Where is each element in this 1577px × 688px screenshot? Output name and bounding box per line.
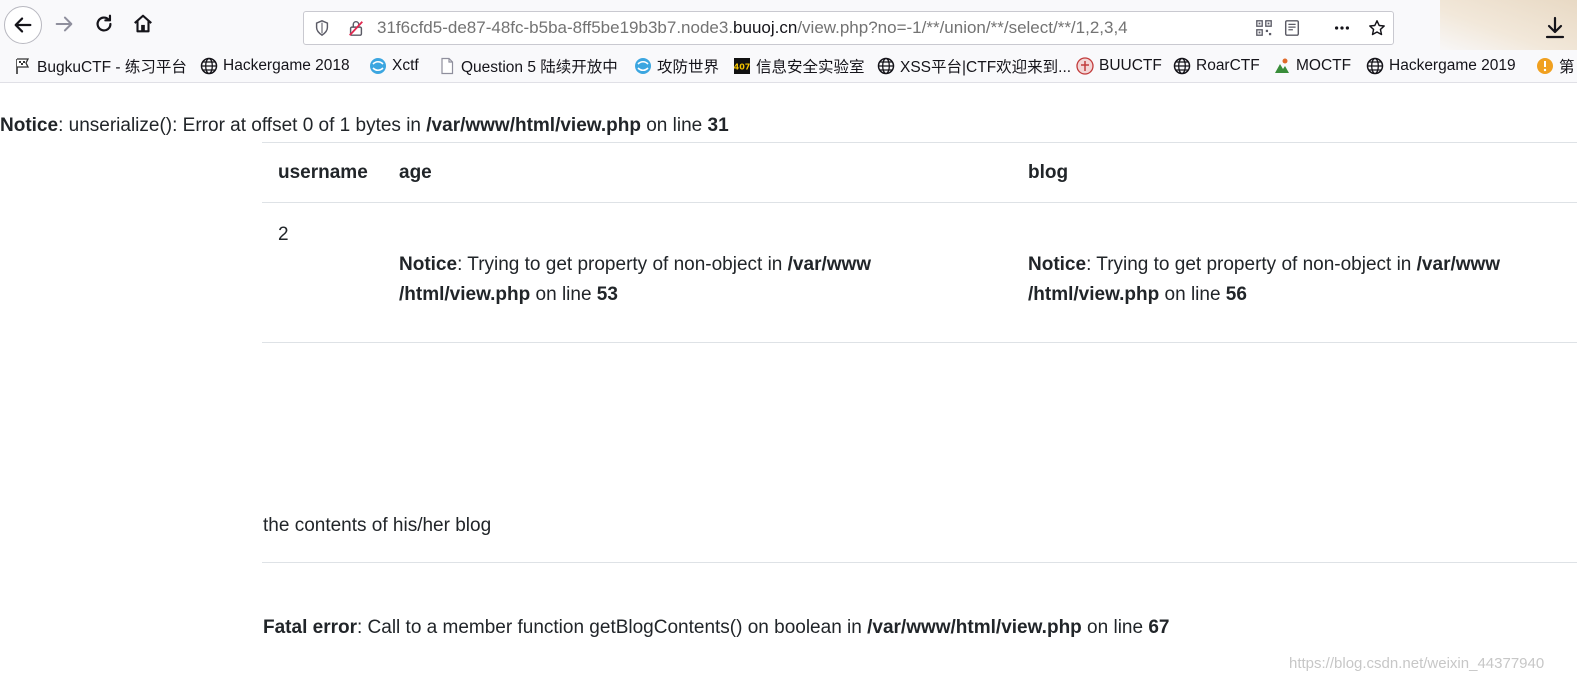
fatal-label: Fatal error [263,617,357,638]
arrow-left-icon [14,17,32,33]
bookmark-label: BUUCTF [1099,57,1162,74]
notice-path: /html/view.php [399,284,531,305]
fatal-line-number: 67 [1148,617,1170,638]
blog-contents-text: the contents of his/her blog [263,515,492,536]
home-button[interactable] [125,6,161,42]
buuctf-icon [1076,57,1094,75]
bookmark-label: RoarCTF [1196,57,1260,74]
notice-path: /var/www [787,254,872,275]
notice-text: : unserialize(): Error at offset 0 of 1 … [58,115,427,136]
notice-line-number: 53 [596,284,618,305]
flag-icon [16,58,30,74]
bookmark-item[interactable]: Question 5 陆续开放中 [438,56,618,76]
column-header-blog: blog [1028,162,1069,183]
moctf-icon [1275,58,1289,73]
bookmark-label: 信息安全实验室 [756,59,865,76]
bookmark-label: Hackergame 2019 [1389,57,1516,74]
table-header-border [262,202,1577,203]
browser-toolbar: 31f6cfd5-de87-48fc-b5ba-8ff5be19b3b7.nod… [0,0,1577,82]
bookmark-item[interactable]: 407 信息安全实验室 [733,56,865,76]
blog-cell-notice: Notice: Trying to get property of non-ob… [1028,250,1576,310]
fatal-text: : Call to a member function getBlogConte… [356,617,868,638]
globe-icon [1173,57,1191,75]
orange-icon [1537,58,1553,74]
bookmark-label: Question 5 陆续开放中 [461,59,618,76]
bookmark-label: MOCTF [1296,57,1352,74]
notice-path: /html/view.php [1028,284,1160,305]
notice-label: Notice [399,254,458,275]
arrow-right-icon [55,16,73,32]
bookmark-label: 第 [1559,59,1575,76]
bookmark-item[interactable]: MOCTF [1273,56,1351,76]
fatal-error-message: Fatal error: Call to a member function g… [263,617,1169,639]
bookmark-item[interactable]: Hackergame 2018 [200,56,350,76]
bookmark-label: 攻防世界 [657,59,720,76]
blog-divider [262,562,1577,563]
bookmark-label: BugkuCTF - 练习平台 [37,59,187,76]
back-button[interactable] [4,6,42,44]
age-cell-notice: Notice: Trying to get property of non-ob… [399,250,959,310]
reload-icon [96,14,112,32]
table-bottom-border [262,342,1577,343]
url-text[interactable]: 31f6cfd5-de87-48fc-b5ba-8ff5be19b3b7.nod… [377,18,1219,40]
column-header-username: username [278,162,368,183]
forward-button[interactable] [46,6,82,42]
reader-view-icon[interactable] [1283,19,1301,37]
page-icon [441,57,454,75]
bookmark-item[interactable]: XSS平台|CTF欢迎来到... [877,56,1071,76]
notice-path: /var/www [1416,254,1501,275]
notice-text: on line [1159,284,1226,305]
svg-text:407: 407 [734,63,751,72]
more-actions-icon[interactable] [1333,19,1351,37]
insecure-lock-icon[interactable] [347,19,365,37]
reload-button[interactable] [86,6,122,42]
notice-label: Notice [0,115,59,136]
bookmark-item[interactable]: RoarCTF [1173,56,1260,76]
bookmark-label: Xctf [392,57,419,74]
fatal-text: on line [1081,617,1149,638]
bookmark-item[interactable]: Xctf [369,56,419,76]
qr-code-icon[interactable] [1255,19,1273,37]
bookmark-item[interactable]: Hackergame 2019 [1366,56,1516,76]
notice-line-number: 56 [1225,284,1247,305]
notice-text: : Trying to get property of non-object i… [1086,254,1417,275]
bookmark-item[interactable]: 第 [1536,56,1575,76]
url-bar[interactable]: 31f6cfd5-de87-48fc-b5ba-8ff5be19b3b7.nod… [303,11,1394,45]
bookmark-item[interactable]: BUUCTF [1076,56,1162,76]
username-cell: 2 [278,224,289,245]
bookmark-label: XSS平台|CTF欢迎来到... [900,59,1072,76]
globe-icon [877,57,895,75]
url-fade [1166,16,1220,42]
column-header-age: age [399,162,432,183]
unserialize-notice: Notice: unserialize(): Error at offset 0… [0,115,729,137]
bookmark-item[interactable]: 攻防世界 [634,56,719,76]
shield-icon[interactable] [313,19,331,37]
xctf-icon [370,58,386,74]
bookmarks-toolbar: BugkuCTF - 练习平台 Hackergame 2018 Xctf Que… [0,50,1577,83]
star-bookmark-icon[interactable] [1368,19,1386,37]
globe-icon [200,57,218,75]
notice-text: on line [530,284,597,305]
xctf-icon [635,58,651,74]
notice-label: Notice [1028,254,1087,275]
watermark-text: https://blog.csdn.net/weixin_44377940 [1289,655,1545,672]
table-top-border [262,142,1577,143]
lab-icon: 407 [734,58,751,74]
notice-text: on line [640,115,708,136]
home-icon [134,14,152,33]
download-icon[interactable] [1544,16,1566,40]
notice-path: /var/www/html/view.php [426,115,641,136]
notice-line-number: 31 [707,115,729,136]
bookmark-item[interactable]: BugkuCTF - 练习平台 [14,56,187,76]
fatal-path: /var/www/html/view.php [867,617,1082,638]
bookmark-label: Hackergame 2018 [223,57,350,74]
notice-text: : Trying to get property of non-object i… [457,254,788,275]
globe-icon [1366,57,1384,75]
